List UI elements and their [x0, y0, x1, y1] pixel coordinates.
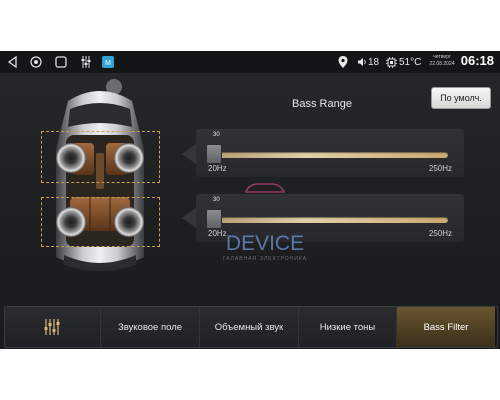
- temperature-value: 51°C: [399, 56, 422, 68]
- slider-value: 30: [213, 132, 220, 138]
- location-icon: [338, 56, 348, 68]
- front-bass-range-slider: 30 20Hz 250Hz: [196, 129, 464, 177]
- back-icon[interactable]: [6, 55, 20, 69]
- home-icon[interactable]: [29, 55, 43, 69]
- slider-thumb[interactable]: [206, 144, 222, 164]
- app-icon[interactable]: M: [101, 55, 115, 69]
- tab-sound-field[interactable]: Звуковое поле: [101, 307, 200, 347]
- slider-pointer: [182, 144, 196, 164]
- weekday-label: четверг: [433, 54, 451, 60]
- slider-max-label: 250Hz: [428, 164, 452, 173]
- slider-track[interactable]: [212, 217, 448, 223]
- volume-level: 18: [368, 56, 380, 68]
- tab-bar: Звуковое поле Объемный звук Низкие тоны …: [4, 306, 498, 348]
- rear-speaker-zone[interactable]: [41, 197, 160, 247]
- tab-equalizer[interactable]: [5, 307, 101, 347]
- equalizer-icon[interactable]: [79, 55, 93, 69]
- svg-text:M: M: [105, 60, 111, 67]
- slider-pointer: [182, 208, 196, 228]
- clock: 06:18: [460, 53, 494, 68]
- front-speaker-zone[interactable]: [41, 131, 160, 183]
- date-label: 22.08.2024: [429, 61, 455, 67]
- tab-bass-filter[interactable]: Bass Filter: [397, 307, 495, 347]
- watermark-brand: DEVICE: [225, 232, 305, 255]
- tab-bass[interactable]: Низкие тоны: [299, 307, 397, 347]
- slider-value: 30: [213, 197, 220, 203]
- page-title: Bass Range: [292, 98, 352, 110]
- temperature-icon: [386, 57, 397, 68]
- slider-thumb[interactable]: [206, 209, 222, 229]
- slider-max-label: 250Hz: [428, 229, 452, 238]
- watermark-sub: ГАЛАВНАЯ ЭЛЕКТРОНИКА: [222, 256, 308, 262]
- recents-icon[interactable]: [54, 55, 68, 69]
- date-display: четверг 22.08.2024: [426, 54, 458, 68]
- equalizer-sliders-icon: [44, 319, 59, 335]
- slider-min-label: 20Hz: [208, 164, 227, 173]
- volume-icon: [358, 58, 366, 66]
- slider-track[interactable]: [212, 152, 448, 158]
- tab-surround-sound[interactable]: Объемный звук: [200, 307, 299, 347]
- status-bar: M 18 51°C четверг 22.08.2024 06:18: [0, 51, 500, 73]
- default-button[interactable]: По умолч.: [431, 87, 491, 109]
- car-logo-icon: [244, 183, 286, 193]
- car-audio-screen: M 18 51°C четверг 22.08.2024 06:18 Bass …: [0, 51, 500, 349]
